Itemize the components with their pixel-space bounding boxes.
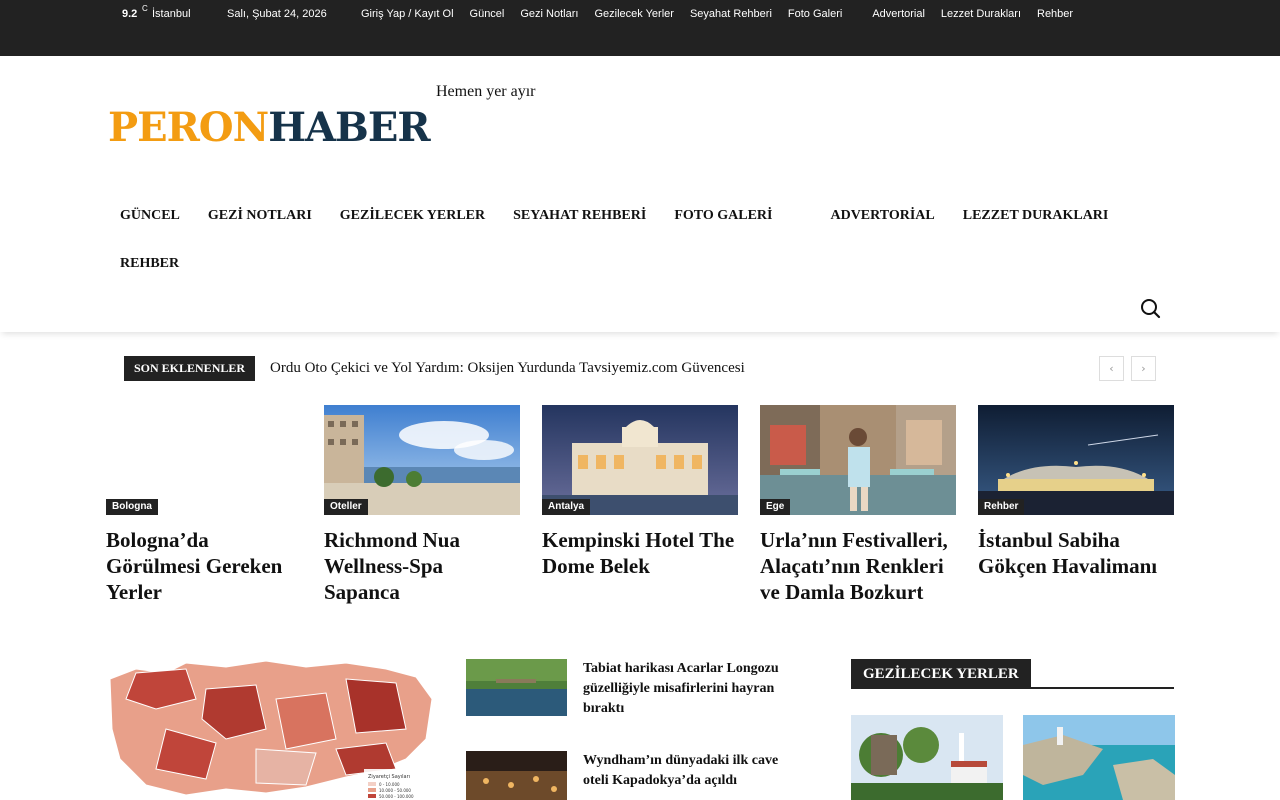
card-title[interactable]: Richmond Nua Wellness-Spa Sapanca <box>324 527 520 605</box>
main-nav-seyahat-rehberi[interactable]: SEYAHAT REHBERİ <box>499 192 660 240</box>
card-image[interactable]: Oteller <box>324 405 520 515</box>
featured-card[interactable]: Rehber İstanbul Sabiha Gökçen Havalimanı <box>978 405 1174 579</box>
side-article-thumb[interactable] <box>466 659 567 716</box>
main-nav-rehber[interactable]: REHBER <box>106 240 193 288</box>
top-nav-gezi-notlari[interactable]: Gezi Notları <box>520 8 578 20</box>
turkey-map-image[interactable]: Ziyaretçi Sayıları 0 - 10.000 10.000 - 5… <box>106 659 438 800</box>
top-nav-rehber[interactable]: Rehber <box>1037 8 1073 20</box>
widget-thumb[interactable] <box>1023 715 1175 800</box>
turkey-choropleth-map: Ziyaretçi Sayıları 0 - 10.000 10.000 - 5… <box>106 659 438 800</box>
main-nav-guncel[interactable]: GÜNCEL <box>106 192 194 240</box>
main-nav-lezzet-duraklari[interactable]: LEZZET DURAKLARI <box>949 192 1123 240</box>
castle-mosque-photo <box>851 715 1003 800</box>
site-logo[interactable]: PERONHABER <box>108 104 431 151</box>
main-nav-gezi-notlari[interactable]: GEZİ NOTLARI <box>194 192 326 240</box>
side-article-title[interactable]: Tabiat harikası Acarlar Longozu güzelliğ… <box>583 659 793 719</box>
header-tagline: Hemen yer ayır <box>436 83 536 100</box>
widget-thumb[interactable] <box>851 715 1003 800</box>
map-legend-row: 0 - 10.000 <box>379 782 400 787</box>
side-article-title[interactable]: Wyndham’ın dünyadaki ilk cave oteli Kapa… <box>583 751 793 791</box>
top-nav-guncel[interactable]: Güncel <box>470 8 505 20</box>
logo-part-1: PERON <box>108 104 269 151</box>
category-badge[interactable]: Bologna <box>106 499 158 515</box>
top-bar: 9.2 C İstanbul Salı, Şubat 24, 2026 Giri… <box>0 0 1280 56</box>
top-nav-lezzet-duraklari[interactable]: Lezzet Durakları <box>941 8 1021 20</box>
current-date: Salı, Şubat 24, 2026 <box>227 8 327 20</box>
featured-card[interactable]: Bologna Bologna’da Görülmesi Gereken Yer… <box>106 405 302 605</box>
ticker-label: SON EKLENENLER <box>124 356 256 381</box>
weather-city: İstanbul <box>152 8 191 20</box>
map-legend-row: 10.000 - 50.000 <box>379 788 411 793</box>
main-nav: GÜNCEL GEZİ NOTLARI GEZİLECEK YERLER SEY… <box>106 192 1126 288</box>
site-header: PERONHABER Hemen yer ayır GÜNCEL GEZİ NO… <box>0 56 1280 332</box>
river-photo <box>466 659 567 716</box>
main-nav-gezilecek-yerler[interactable]: GEZİLECEK YERLER <box>326 192 499 240</box>
card-title[interactable]: Kempinski Hotel The Dome Belek <box>542 527 738 579</box>
search-icon <box>1141 299 1161 319</box>
top-nav-advertorial[interactable]: Advertorial <box>872 8 925 20</box>
card-title[interactable]: İstanbul Sabiha Gökçen Havalimanı <box>978 527 1174 579</box>
ticker-prev-button[interactable]: ‹ <box>1099 356 1124 381</box>
card-title[interactable]: Bologna’da Görülmesi Gereken Yerler <box>106 527 302 605</box>
weather-temperature: 9.2 <box>122 8 138 20</box>
top-nav: Giriş Yap / Kayıt Ol Güncel Gezi Notları… <box>361 8 1089 20</box>
category-badge[interactable]: Antalya <box>542 499 591 515</box>
category-badge[interactable]: Oteller <box>324 499 368 515</box>
widget-title[interactable]: GEZİLECEK YERLER <box>851 659 1031 687</box>
main-nav-advertorial[interactable]: ADVERTORİAL <box>816 192 948 240</box>
top-nav-gezilecek-yerler[interactable]: Gezilecek Yerler <box>594 8 674 20</box>
featured-card[interactable]: Oteller Richmond Nua Wellness-Spa Sapanc… <box>324 405 520 605</box>
top-nav-foto-galeri[interactable]: Foto Galeri <box>788 8 842 20</box>
weather-unit: C <box>142 4 148 13</box>
map-legend-row: 50.000 - 100.000 <box>379 794 414 799</box>
featured-card[interactable]: Antalya Kempinski Hotel The Dome Belek <box>542 405 738 579</box>
category-badge[interactable]: Rehber <box>978 499 1025 515</box>
ticker-next-button[interactable]: › <box>1131 356 1156 381</box>
ticker-headline[interactable]: Ordu Oto Çekici ve Yol Yardım: Oksijen Y… <box>270 360 745 377</box>
cave-hotel-photo <box>466 751 567 800</box>
card-image[interactable]: Ege <box>760 405 956 515</box>
featured-card[interactable]: Ege Urla’nın Festivalleri, Alaçatı’nın R… <box>760 405 956 605</box>
card-title[interactable]: Urla’nın Festivalleri, Alaçatı’nın Renkl… <box>760 527 956 605</box>
widget-header: GEZİLECEK YERLER <box>851 659 1174 689</box>
coast-photo <box>1023 715 1175 800</box>
card-image[interactable]: Bologna <box>106 405 302 515</box>
map-legend-title: Ziyaretçi Sayıları <box>368 774 410 780</box>
main-nav-foto-galeri[interactable]: FOTO GALERİ <box>660 192 786 240</box>
side-article-thumb[interactable] <box>466 751 567 800</box>
logo-part-2: HABER <box>268 104 430 151</box>
top-nav-seyahat-rehberi[interactable]: Seyahat Rehberi <box>690 8 772 20</box>
card-image[interactable]: Antalya <box>542 405 738 515</box>
search-button[interactable] <box>1138 296 1162 320</box>
card-image[interactable]: Rehber <box>978 405 1174 515</box>
category-badge[interactable]: Ege <box>760 499 791 515</box>
login-register-link[interactable]: Giriş Yap / Kayıt Ol <box>361 8 454 20</box>
